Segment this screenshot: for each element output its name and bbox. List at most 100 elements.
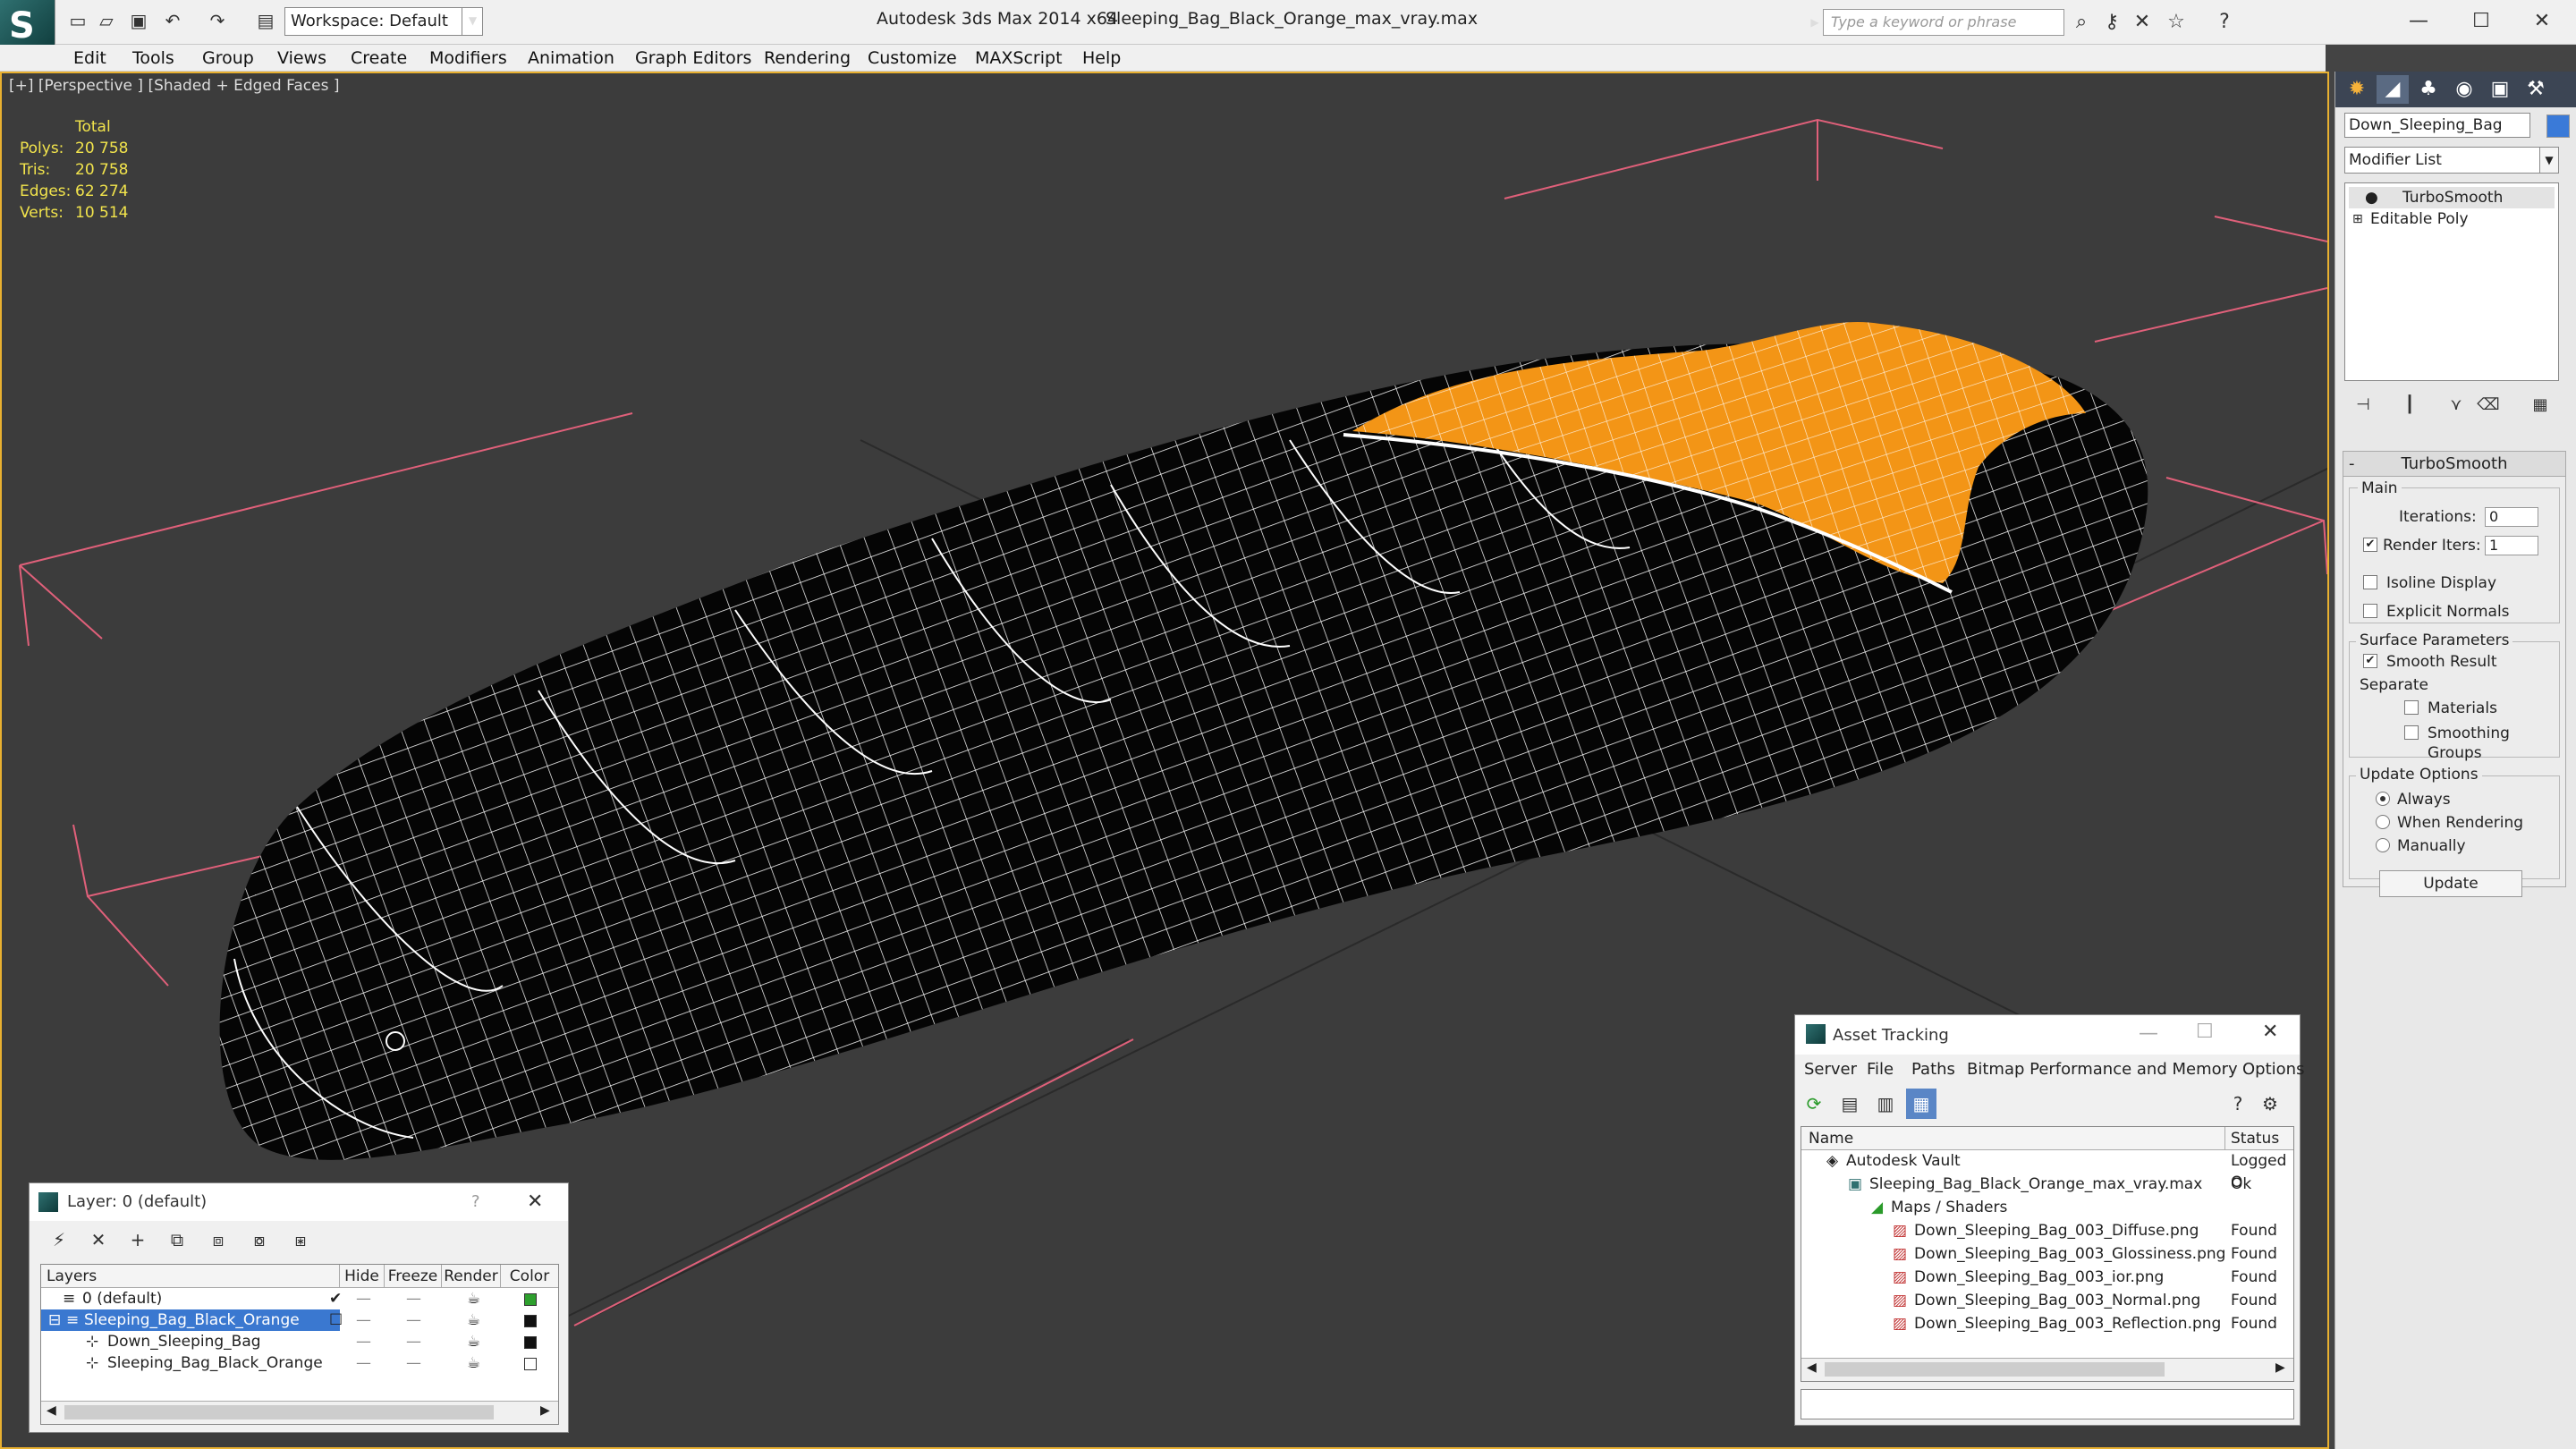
smooth-result-checkbox[interactable]: ✔ <box>2363 654 2377 668</box>
hide-toggle[interactable]: — <box>356 1288 371 1309</box>
chevron-left-icon[interactable]: ◀ <box>1807 1360 1817 1375</box>
hide-toggle[interactable]: — <box>356 1309 371 1331</box>
object-name-field[interactable]: Down_Sleeping_Bag <box>2344 113 2530 138</box>
layer-color-swatch[interactable] <box>524 1293 537 1306</box>
close-button[interactable]: ✕ <box>2515 4 2569 39</box>
hide-toggle[interactable]: — <box>356 1331 371 1352</box>
menu-file[interactable]: File <box>1867 1060 1894 1080</box>
undo-icon[interactable]: ↶ <box>161 9 184 32</box>
asset-row[interactable]: ▨ Down_Sleeping_Bag_003_Reflection.png F… <box>1801 1313 2293 1335</box>
pin-stack-icon[interactable]: ⊣ <box>2350 392 2377 419</box>
maximize-button[interactable]: ☐ <box>2196 1021 2214 1043</box>
show-end-result-icon[interactable]: ┃ <box>2396 392 2423 419</box>
menu-maxscript[interactable]: MAXScript <box>975 45 1063 72</box>
refresh-icon[interactable]: ⟳ <box>1799 1089 1829 1119</box>
freeze-toggle[interactable]: — <box>406 1352 421 1374</box>
freeze-all-icon[interactable]: ⧆ <box>285 1224 316 1255</box>
modify-tab-icon[interactable]: ◢ <box>2377 75 2409 104</box>
freeze-toggle[interactable]: — <box>406 1331 421 1352</box>
vault-help-icon[interactable]: ? <box>2223 1089 2253 1119</box>
freeze-toggle[interactable]: — <box>406 1288 421 1309</box>
collapse-icon[interactable]: ⊟ <box>48 1309 61 1331</box>
render-teapot-icon[interactable]: ☕ <box>467 1352 480 1374</box>
hide-column-header[interactable]: Hide <box>340 1265 385 1288</box>
minimize-button[interactable]: — <box>2139 1022 2158 1045</box>
viewport-label[interactable]: [+] [Perspective ] [Shaded + Edged Faces… <box>9 77 339 95</box>
asset-row[interactable]: ◢ Maps / Shaders <box>1801 1197 2293 1218</box>
expand-icon[interactable]: ⊞ <box>2352 208 2363 230</box>
menu-customize[interactable]: Customize <box>868 45 957 72</box>
menu-views[interactable]: Views <box>277 45 326 72</box>
object-color-swatch[interactable] <box>524 1358 537 1370</box>
status-column-header[interactable]: Status <box>2225 1127 2293 1150</box>
exchange-icon[interactable]: ✕ <box>2129 9 2156 36</box>
menu-help[interactable]: Help <box>1082 45 1121 72</box>
grid-view-icon[interactable]: ▦ <box>1906 1089 1936 1119</box>
smoothing-groups-checkbox[interactable] <box>2404 725 2419 740</box>
render-iters-spinner[interactable]: 1 <box>2485 536 2538 555</box>
chevron-down-icon[interactable]: ▼ <box>462 7 483 36</box>
motion-tab-icon[interactable]: ◉ <box>2448 75 2480 104</box>
menu-graph-editors[interactable]: Graph Editors <box>635 45 751 72</box>
manually-radio[interactable] <box>2376 838 2390 852</box>
menu-server[interactable]: Server <box>1804 1060 1857 1080</box>
render-teapot-icon[interactable]: ☕ <box>467 1331 480 1352</box>
open-file-icon[interactable]: ▱ <box>95 9 118 32</box>
chevron-right-icon[interactable]: ▶ <box>1807 9 1823 36</box>
help-button[interactable]: ? <box>471 1192 480 1211</box>
menu-edit[interactable]: Edit <box>73 45 106 72</box>
redo-icon[interactable]: ↷ <box>206 9 229 32</box>
create-tab-icon[interactable]: ✹ <box>2341 75 2373 104</box>
settings-icon[interactable]: ⚙ <box>2255 1089 2285 1119</box>
scrollbar-thumb[interactable] <box>1825 1362 2165 1377</box>
search-input[interactable]: Type a keyword or phrase <box>1823 9 2064 36</box>
close-button[interactable]: ✕ <box>2262 1021 2278 1043</box>
object-color-swatch[interactable] <box>2546 114 2570 138</box>
color-column-header[interactable]: Color <box>501 1265 558 1288</box>
modifier-list-select[interactable]: Modifier List <box>2344 147 2559 174</box>
menu-group[interactable]: Group <box>202 45 254 72</box>
layer-row[interactable]: ⊹ Down_Sleeping_Bag — — ☕ <box>41 1331 558 1352</box>
freeze-column-header[interactable]: Freeze <box>385 1265 442 1288</box>
chevron-left-icon[interactable]: ◀ <box>47 1403 56 1418</box>
hide-toggle[interactable]: — <box>356 1352 371 1374</box>
binoculars-icon[interactable]: ⌕ <box>2068 9 2095 36</box>
menu-bitmap-performance[interactable]: Bitmap Performance and Memory <box>1967 1060 2238 1080</box>
new-file-icon[interactable]: ▭ <box>66 9 89 32</box>
scrollbar-thumb[interactable] <box>64 1405 494 1419</box>
asset-row[interactable]: ▣ Sleeping_Bag_Black_Orange_max_vray.max… <box>1801 1174 2293 1195</box>
hierarchy-tab-icon[interactable]: ♣ <box>2412 75 2445 104</box>
delete-layer-icon[interactable]: ✕ <box>83 1224 114 1255</box>
horizontal-scrollbar[interactable]: ◀ ▶ <box>1801 1358 2293 1381</box>
isoline-checkbox[interactable] <box>2363 575 2377 589</box>
star-icon[interactable]: ☆ <box>2163 9 2190 36</box>
table-view-icon[interactable]: ▥ <box>1870 1089 1901 1119</box>
asset-row[interactable]: ▨ Down_Sleeping_Bag_003_Diffuse.png Foun… <box>1801 1220 2293 1241</box>
lightbulb-icon[interactable]: ● <box>2365 187 2378 208</box>
menu-options[interactable]: Options <box>2242 1060 2304 1080</box>
asset-row[interactable]: ▨ Down_Sleeping_Bag_003_Normal.png Found <box>1801 1290 2293 1311</box>
chevron-right-icon[interactable]: ▶ <box>2275 1360 2285 1375</box>
current-layer-box-icon[interactable]: ☐ <box>329 1309 343 1331</box>
freeze-toggle[interactable]: — <box>406 1309 421 1331</box>
create-layer-icon[interactable]: ⚡ <box>44 1224 74 1255</box>
explicit-normals-checkbox[interactable] <box>2363 604 2377 618</box>
remove-modifier-icon[interactable]: ⌫ <box>2475 392 2502 419</box>
make-unique-icon[interactable]: ⋎ <box>2443 392 2470 419</box>
stack-item-turbosmooth[interactable]: ● TurboSmooth <box>2349 187 2555 208</box>
utilities-tab-icon[interactable]: ⚒ <box>2520 75 2552 104</box>
layer-row[interactable]: ≡ 0 (default) ✔ — — ☕ <box>41 1288 558 1309</box>
menu-animation[interactable]: Animation <box>528 45 614 72</box>
menu-tools[interactable]: Tools <box>132 45 174 72</box>
render-column-header[interactable]: Render <box>442 1265 501 1288</box>
name-column-header[interactable]: Name <box>1801 1127 2225 1150</box>
menu-modifiers[interactable]: Modifiers <box>429 45 507 72</box>
close-button[interactable]: ✕ <box>527 1191 543 1213</box>
object-color-swatch[interactable] <box>524 1336 537 1349</box>
chevron-right-icon[interactable]: ▶ <box>540 1403 550 1418</box>
when-rendering-radio[interactable] <box>2376 815 2390 829</box>
key-icon[interactable]: ⚷ <box>2098 9 2125 36</box>
horizontal-scrollbar[interactable]: ◀ ▶ <box>41 1401 558 1424</box>
minimize-button[interactable]: — <box>2392 4 2445 39</box>
current-layer-check-icon[interactable]: ✔ <box>329 1288 342 1309</box>
